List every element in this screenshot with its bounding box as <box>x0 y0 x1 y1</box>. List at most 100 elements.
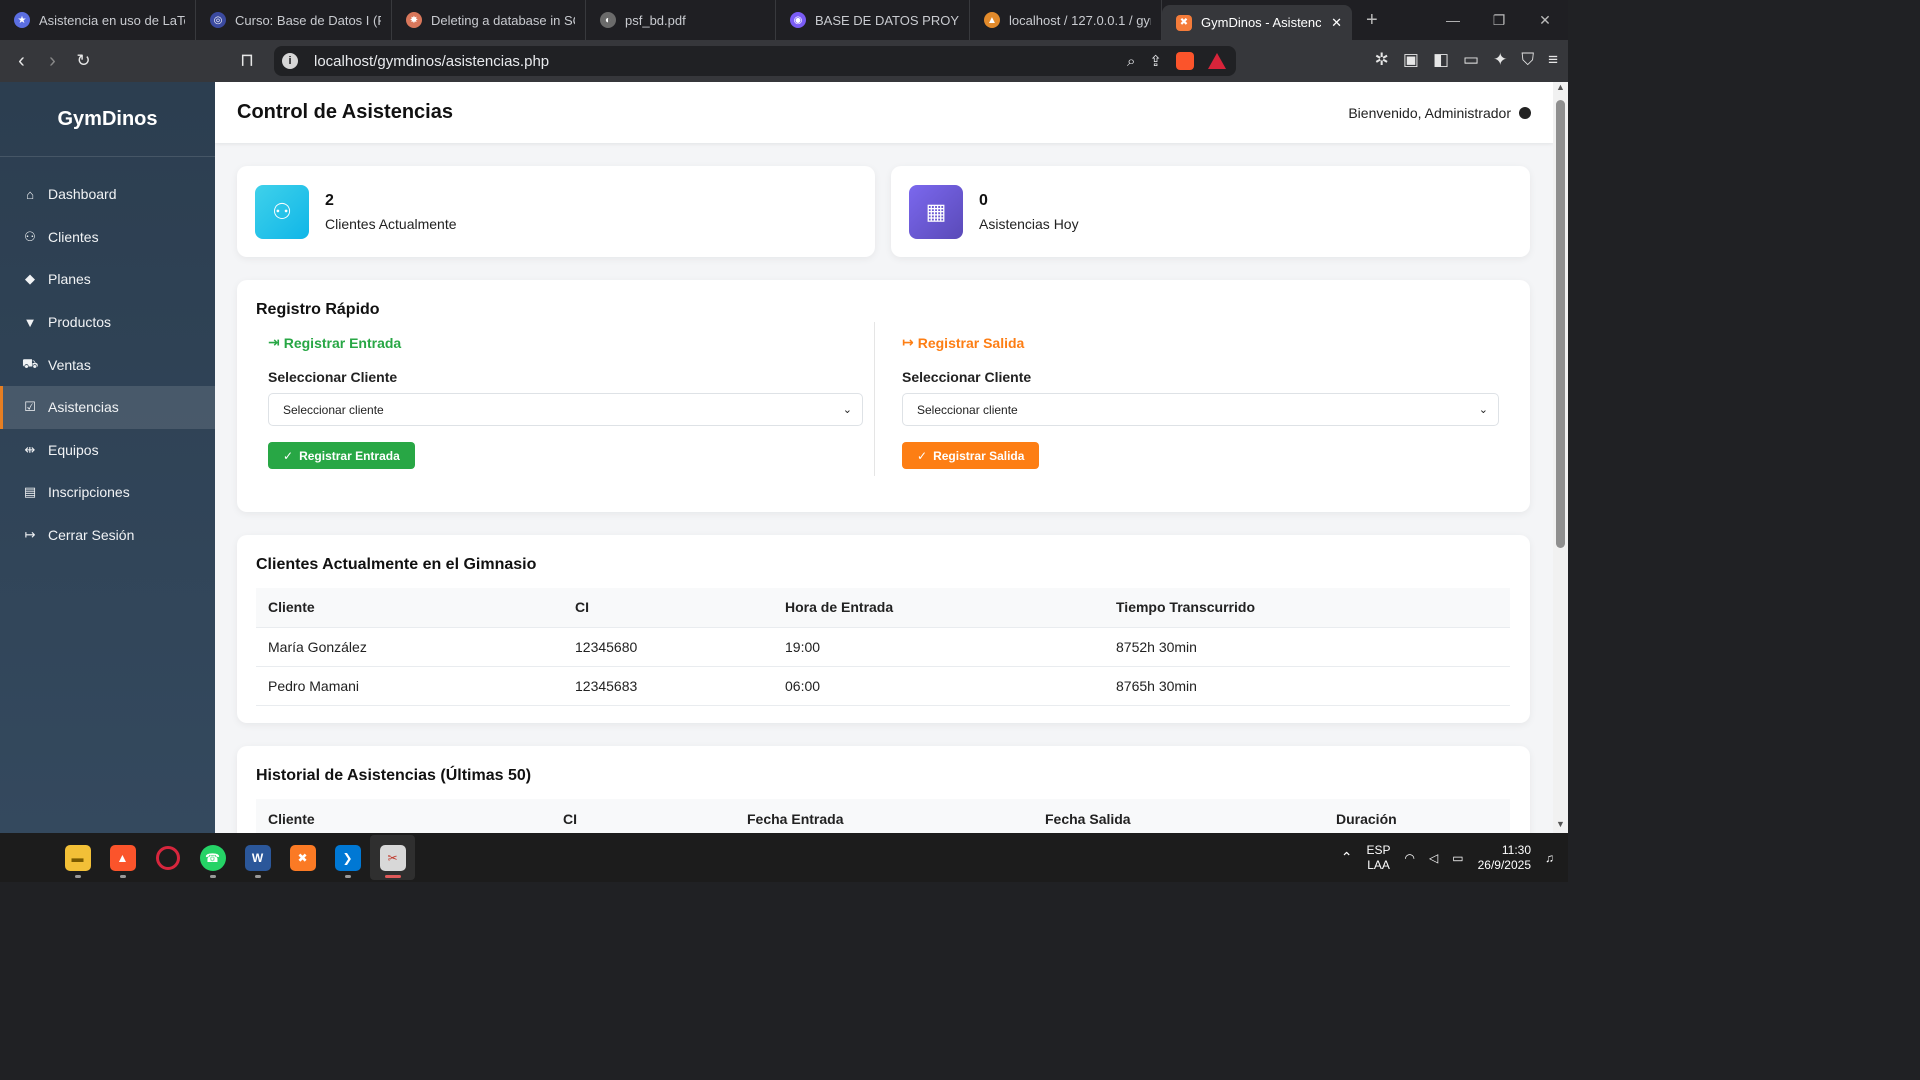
sidebar-item-dashboard[interactable]: ⌂ Dashboard <box>0 173 215 216</box>
register-entry-button-label: Registrar Entrada <box>299 448 400 463</box>
browser-tab[interactable]: ◉ BASE DE DATOS PROYECTO <box>776 0 970 40</box>
column-header: CI <box>551 799 735 833</box>
welcome-text: Bienvenido, Administrador <box>1348 104 1511 121</box>
word-button[interactable]: W <box>235 835 280 880</box>
address-bar[interactable]: i localhost/gymdinos/asistencias.php ⌕ ⇪ <box>274 46 1236 76</box>
windows-taskbar: ▬ ▲ ☎ W ✖ ❯ ✂ ⌃ ESP LAA ◠ ◁ ▭ 11:30 26/9… <box>0 833 1568 882</box>
register-entry-section: ⇥ Registrar Entrada Seleccionar Cliente … <box>268 334 863 469</box>
forward-icon[interactable]: › <box>37 50 68 73</box>
word-icon: W <box>244 844 271 871</box>
tab-favicon-icon: ✸ <box>406 12 422 28</box>
scroll-up-icon[interactable]: ▲ <box>1553 82 1568 96</box>
wifi-icon[interactable]: ◠ <box>1405 851 1415 865</box>
register-entry-heading-text: Registrar Entrada <box>283 334 402 351</box>
browser-tab-active[interactable]: ✖ GymDinos - Asistencias ✕ <box>1162 5 1352 40</box>
sidebar-item-cerrar-sesion[interactable]: ↦ Cerrar Sesión <box>0 514 215 557</box>
tags-icon: ◆ <box>25 271 35 287</box>
scroll-down-icon[interactable]: ▼ <box>1553 819 1568 833</box>
bookmark-icon[interactable]: ⊓ <box>240 50 254 71</box>
brand-logo[interactable]: GymDinos <box>0 82 215 157</box>
browser-tab[interactable]: ▲ localhost / 127.0.0.1 / gym <box>970 0 1162 40</box>
sidebar-item-clientes[interactable]: ⚇ Clientes <box>0 216 215 259</box>
user-welcome[interactable]: Bienvenido, Administrador <box>1348 105 1531 121</box>
brave-button[interactable]: ▲ <box>100 835 145 880</box>
tab-favicon-icon: ★ <box>14 12 30 28</box>
brave-shields-icon[interactable] <box>1176 52 1194 70</box>
xampp-button[interactable]: ✖ <box>280 835 325 880</box>
menu-icon[interactable]: ≡ <box>1548 50 1558 70</box>
close-window-icon[interactable]: ✕ <box>1522 12 1568 29</box>
url-text[interactable]: localhost/gymdinos/asistencias.php <box>314 53 549 70</box>
sidebar-item-inscripciones[interactable]: ▤ Inscripciones <box>0 471 215 514</box>
minimize-icon[interactable]: — <box>1430 12 1476 28</box>
exit-client-select[interactable]: Seleccionar cliente ⌄ <box>902 393 1499 426</box>
entry-client-select[interactable]: Seleccionar cliente ⌄ <box>268 393 863 426</box>
close-tab-icon[interactable]: ✕ <box>1321 15 1342 31</box>
back-icon[interactable]: ‹ <box>6 50 37 73</box>
volume-icon[interactable]: ◁ <box>1429 851 1438 865</box>
cell-tiempo: 8765h 30min <box>1104 665 1510 706</box>
select-client-label: Seleccionar Cliente <box>268 369 398 385</box>
browser-tab[interactable]: ◎ Curso: Base de Datos I (Pro <box>196 0 392 40</box>
browser-tab[interactable]: ★ Asistencia en uso de LaTeX <box>0 0 196 40</box>
users-icon: ⚇ <box>255 184 309 239</box>
vscode-button[interactable]: ❯ <box>325 835 370 880</box>
stat-card-clientes-actualmente: ⚇ 2 Clientes Actualmente <box>237 166 875 257</box>
sidebar-item-ventas[interactable]: ⛟ Ventas <box>0 343 215 386</box>
reader-mode-icon[interactable]: ▣ <box>1403 50 1419 70</box>
history-table-wrap: Cliente CI Fecha Entrada Fecha Salida Du… <box>256 799 1510 833</box>
sidebar-item-asistencias[interactable]: ☑ Asistencias <box>0 385 215 429</box>
windows-logo-icon <box>21 846 45 870</box>
sidebar-item-productos[interactable]: ▼ Productos <box>0 301 215 344</box>
brave-rewards-icon[interactable] <box>1208 53 1226 69</box>
table-header-row: Cliente CI Fecha Entrada Fecha Salida Du… <box>256 799 1510 833</box>
site-info-icon[interactable]: i <box>282 53 298 69</box>
vpn-icon[interactable]: ⛉ <box>1521 50 1534 70</box>
register-entry-heading: ⇥ Registrar Entrada <box>268 334 863 351</box>
zoom-icon[interactable]: ⌕ <box>1127 53 1135 70</box>
sidebar-item-label: Inscripciones <box>48 484 130 501</box>
cell-cliente: María González <box>256 626 563 666</box>
opera-button[interactable] <box>145 835 190 880</box>
stat-value: 2 <box>325 191 334 209</box>
clock[interactable]: 11:30 26/9/2025 <box>1478 843 1531 873</box>
chevron-up-icon[interactable]: ⌃ <box>1341 849 1353 866</box>
register-entry-button[interactable]: ✓ Registrar Entrada <box>268 442 415 469</box>
scrollbar-thumb[interactable] <box>1556 100 1565 548</box>
sidebar-toggle-icon[interactable]: ◧ <box>1433 50 1449 70</box>
tab-label: Deleting a database in SQL <box>431 12 575 28</box>
current-clients-table-wrap: Cliente CI Hora de Entrada Tiempo Transc… <box>256 588 1510 706</box>
snipping-tool-button[interactable]: ✂ <box>370 835 415 880</box>
file-explorer-button[interactable]: ▬ <box>55 835 100 880</box>
tab-favicon-icon: ◉ <box>790 12 806 28</box>
extensions-icon[interactable]: ✲ <box>1375 50 1389 70</box>
sidebar-item-label: Planes <box>48 271 91 288</box>
column-header: Hora de Entrada <box>773 588 1104 627</box>
tab-label: localhost / 127.0.0.1 / gym <box>1009 12 1151 28</box>
register-exit-button[interactable]: ✓ Registrar Salida <box>902 442 1040 469</box>
new-tab-icon[interactable]: + <box>1352 0 1392 40</box>
id-card-icon: ▤ <box>23 484 37 500</box>
sidebar-item-label: Ventas <box>48 356 91 373</box>
input-language[interactable]: ESP LAA <box>1367 843 1391 873</box>
whatsapp-button[interactable]: ☎ <box>190 835 235 880</box>
register-exit-section: ↦ Registrar Salida Seleccionar Cliente S… <box>902 334 1499 469</box>
restore-icon[interactable]: ❐ <box>1476 12 1522 29</box>
browser-tab[interactable]: ✸ Deleting a database in SQL <box>392 0 586 40</box>
cell-ci: 12345683 <box>563 665 773 706</box>
page-scrollbar[interactable]: ▲ ▼ <box>1553 82 1568 833</box>
sidebar-item-planes[interactable]: ◆ Planes <box>0 258 215 301</box>
start-button[interactable] <box>10 835 55 880</box>
wallet-icon[interactable]: ▭ <box>1463 50 1479 70</box>
battery-icon[interactable]: ▭ <box>1452 851 1463 865</box>
share-icon[interactable]: ⇪ <box>1149 52 1162 70</box>
brave-icon: ▲ <box>109 844 136 871</box>
language-code: ESP <box>1366 842 1391 857</box>
select-value: Seleccionar cliente <box>917 402 1018 417</box>
browser-tab[interactable]: ◐ psf_bd.pdf <box>586 0 776 40</box>
notification-bell-icon[interactable]: ♫ <box>1545 851 1554 865</box>
leo-ai-icon[interactable]: ✦ <box>1493 50 1507 70</box>
cart-icon: ⛟ <box>22 355 39 371</box>
sidebar-item-equipos[interactable]: ⇹ Equipos <box>0 429 215 472</box>
reload-icon[interactable]: ↻ <box>68 51 99 71</box>
